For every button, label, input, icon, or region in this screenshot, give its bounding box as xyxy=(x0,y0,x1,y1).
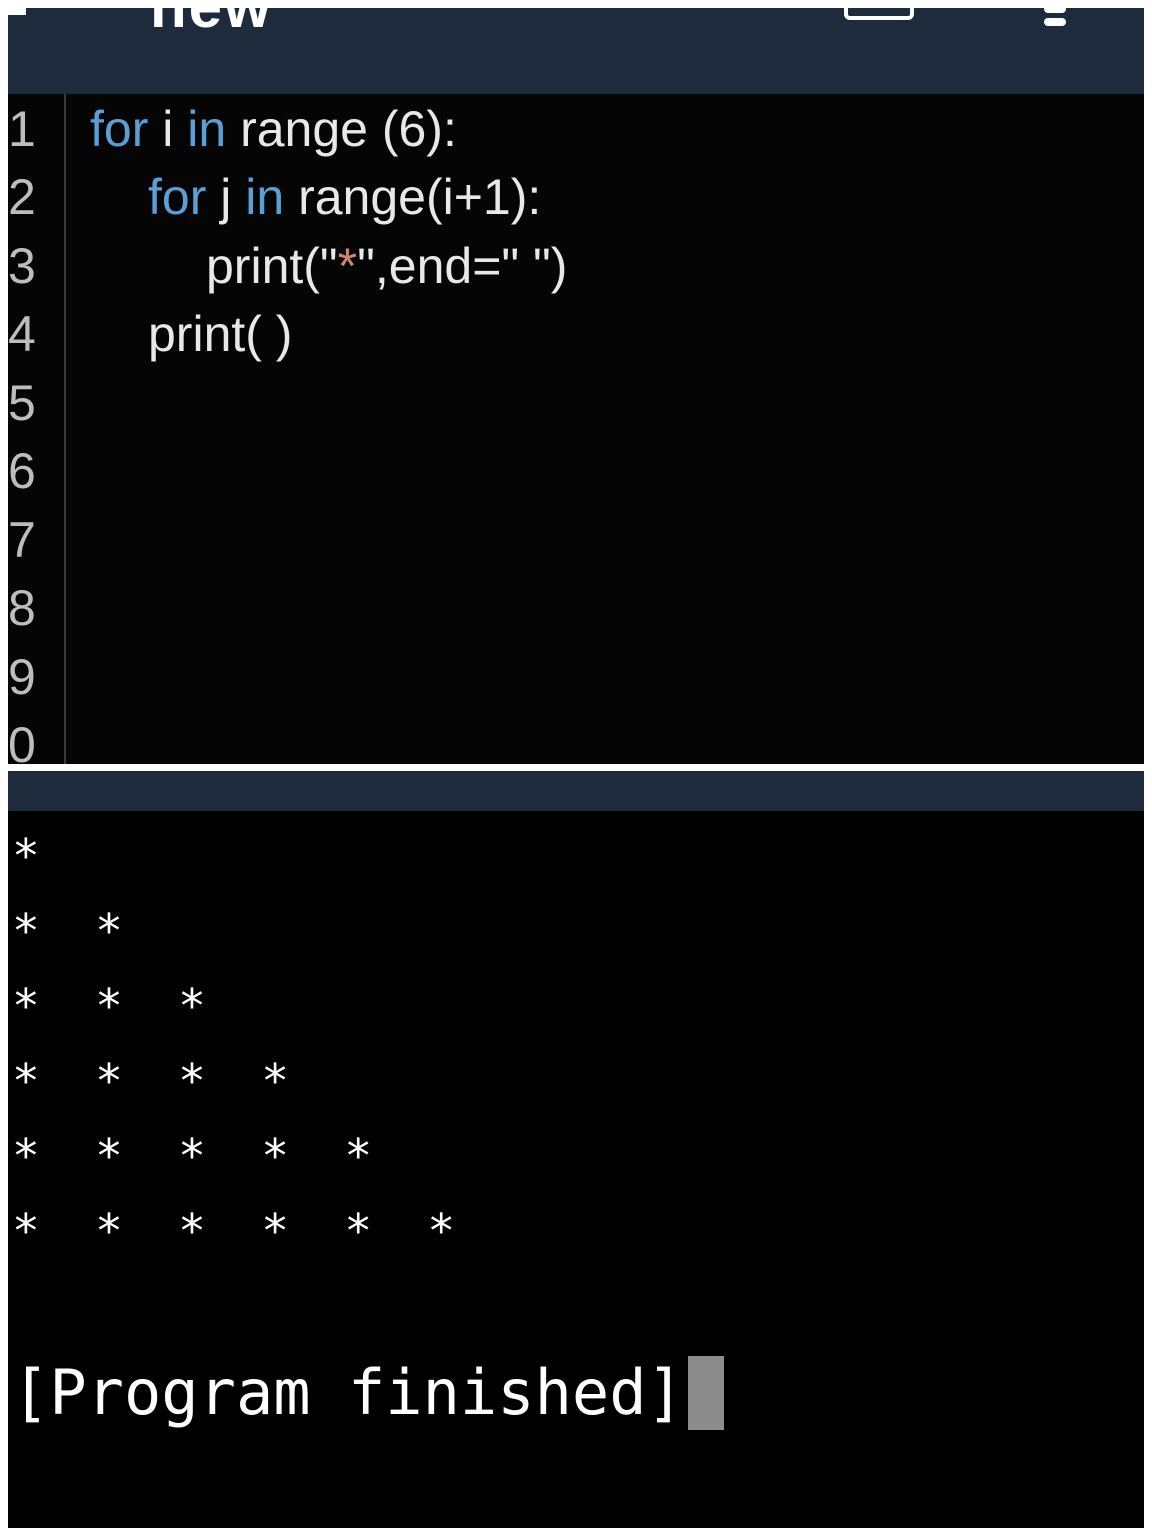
program-status-line: [Program finished] xyxy=(12,1356,724,1430)
line-number: 9 xyxy=(8,649,36,705)
keyboard-icon[interactable] xyxy=(844,8,914,20)
lightbulb-icon[interactable] xyxy=(1042,8,1068,30)
keyword-for: for xyxy=(148,169,207,225)
editor-toolbar: new xyxy=(8,8,1144,94)
line-number-gutter: 1 2 3 4 5 6 7 8 9 0 xyxy=(8,94,66,764)
string-literal: * xyxy=(337,238,358,294)
terminal-toolbar xyxy=(8,771,1144,811)
keyword-in: in xyxy=(187,101,227,157)
line-number: 5 xyxy=(8,375,36,431)
code-line-4[interactable]: print( ) xyxy=(148,309,292,359)
code-text: print(" xyxy=(206,238,338,294)
output-line: * * * * * * xyxy=(12,1204,456,1258)
code-text: i xyxy=(148,101,188,157)
keyword-in: in xyxy=(245,169,285,225)
output-line: * * * * * xyxy=(12,1129,373,1183)
line-number: 4 xyxy=(8,306,36,362)
output-line: * xyxy=(12,829,40,883)
code-text: range (6): xyxy=(226,101,457,157)
code-text: j xyxy=(206,169,246,225)
program-finished-text: [Program finished] xyxy=(12,1356,684,1429)
line-number: 8 xyxy=(8,580,36,636)
line-number: 2 xyxy=(8,169,36,225)
terminal-output[interactable]: * * * * * * * * * * * * * * * * * * * * … xyxy=(8,771,1144,1528)
line-number: 3 xyxy=(8,238,36,294)
line-number: 0 xyxy=(8,717,36,764)
file-title: new xyxy=(150,8,273,41)
keyword-for: for xyxy=(90,101,149,157)
menu-icon[interactable] xyxy=(8,8,26,15)
code-editor[interactable]: new 1 2 3 4 5 6 7 8 9 0 for i in range (… xyxy=(8,8,1144,764)
line-number: 6 xyxy=(8,443,36,499)
code-line-2[interactable]: for j in range(i+1): xyxy=(148,172,541,222)
code-line-3[interactable]: print("*",end=" ") xyxy=(206,241,567,291)
line-number: 7 xyxy=(8,512,36,568)
output-line: * * xyxy=(12,904,123,958)
code-line-1[interactable]: for i in range (6): xyxy=(90,104,457,154)
line-number: 1 xyxy=(8,101,36,157)
output-line: * * * xyxy=(12,979,206,1033)
output-line: * * * * xyxy=(12,1054,289,1108)
code-text: print( ) xyxy=(148,306,293,362)
text-cursor xyxy=(687,1356,724,1430)
code-text: range(i+1): xyxy=(284,169,542,225)
code-text: ",end=" ") xyxy=(357,238,568,294)
